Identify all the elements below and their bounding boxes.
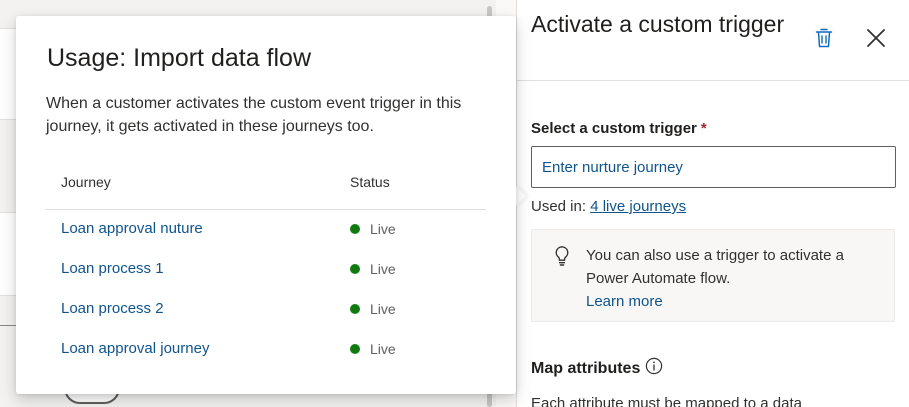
table-header: Journey Status xyxy=(45,169,486,210)
column-header-journey: Journey xyxy=(61,174,111,190)
usage-popover: Usage: Import data flow When a customer … xyxy=(16,16,516,394)
journey-link[interactable]: Loan process 1 xyxy=(61,260,164,277)
required-marker: * xyxy=(700,120,707,137)
field-label-text: Select a custom trigger xyxy=(531,120,697,137)
close-button[interactable] xyxy=(862,24,890,52)
used-in-label: Used in: xyxy=(531,198,587,215)
used-in-line: Used in: 4 live journeys xyxy=(531,198,686,215)
panel-header: Activate a custom trigger xyxy=(517,0,909,81)
column-header-status: Status xyxy=(350,174,390,190)
table-row: Loan approval journey Live xyxy=(45,330,486,370)
status-dot-icon xyxy=(350,344,360,354)
info-message-text: You can also use a trigger to activate a… xyxy=(586,247,844,287)
live-journeys-link[interactable]: 4 live journeys xyxy=(590,198,686,215)
info-icon[interactable] xyxy=(645,357,663,375)
map-attributes-heading: Map attributes xyxy=(531,357,663,378)
status-cell: Live xyxy=(350,341,396,357)
journeys-table: Journey Status Loan approval nuture Live… xyxy=(45,169,486,370)
delete-button[interactable] xyxy=(810,24,838,52)
journey-link[interactable]: Loan approval nuture xyxy=(61,220,203,237)
status-cell: Live xyxy=(350,301,396,317)
scrollbar-thumb[interactable] xyxy=(487,392,492,407)
status-dot-icon xyxy=(350,304,360,314)
trash-icon xyxy=(815,28,833,48)
map-attributes-description: Each attribute must be mapped to a data xyxy=(531,395,803,407)
close-icon xyxy=(867,29,885,47)
status-cell: Live xyxy=(350,261,396,277)
panel-title: Activate a custom trigger xyxy=(531,11,785,37)
journey-link[interactable]: Loan approval journey xyxy=(61,340,209,357)
custom-trigger-input[interactable] xyxy=(531,146,896,188)
trigger-side-panel: Activate a custom trigger Select a custo… xyxy=(516,0,909,407)
popover-title: Usage: Import data flow xyxy=(47,44,312,72)
table-row: Loan process 2 Live xyxy=(45,290,486,330)
map-attributes-title: Map attributes xyxy=(531,360,641,377)
table-row: Loan approval nuture Live xyxy=(45,210,486,250)
journey-link[interactable]: Loan process 2 xyxy=(61,300,164,317)
table-row: Loan process 1 Live xyxy=(45,250,486,290)
trigger-field-label: Select a custom trigger * xyxy=(531,120,707,137)
status-cell: Live xyxy=(350,221,396,237)
lightbulb-icon xyxy=(555,246,569,266)
status-dot-icon xyxy=(350,264,360,274)
status-dot-icon xyxy=(350,224,360,234)
status-label: Live xyxy=(370,341,396,357)
status-label: Live xyxy=(370,301,396,317)
popover-description: When a customer activates the custom eve… xyxy=(46,95,462,135)
status-label: Live xyxy=(370,261,396,277)
info-message: You can also use a trigger to activate a… xyxy=(586,244,886,313)
learn-more-link[interactable]: Learn more xyxy=(586,290,663,313)
status-label: Live xyxy=(370,221,396,237)
info-message-bar: You can also use a trigger to activate a… xyxy=(531,229,895,322)
